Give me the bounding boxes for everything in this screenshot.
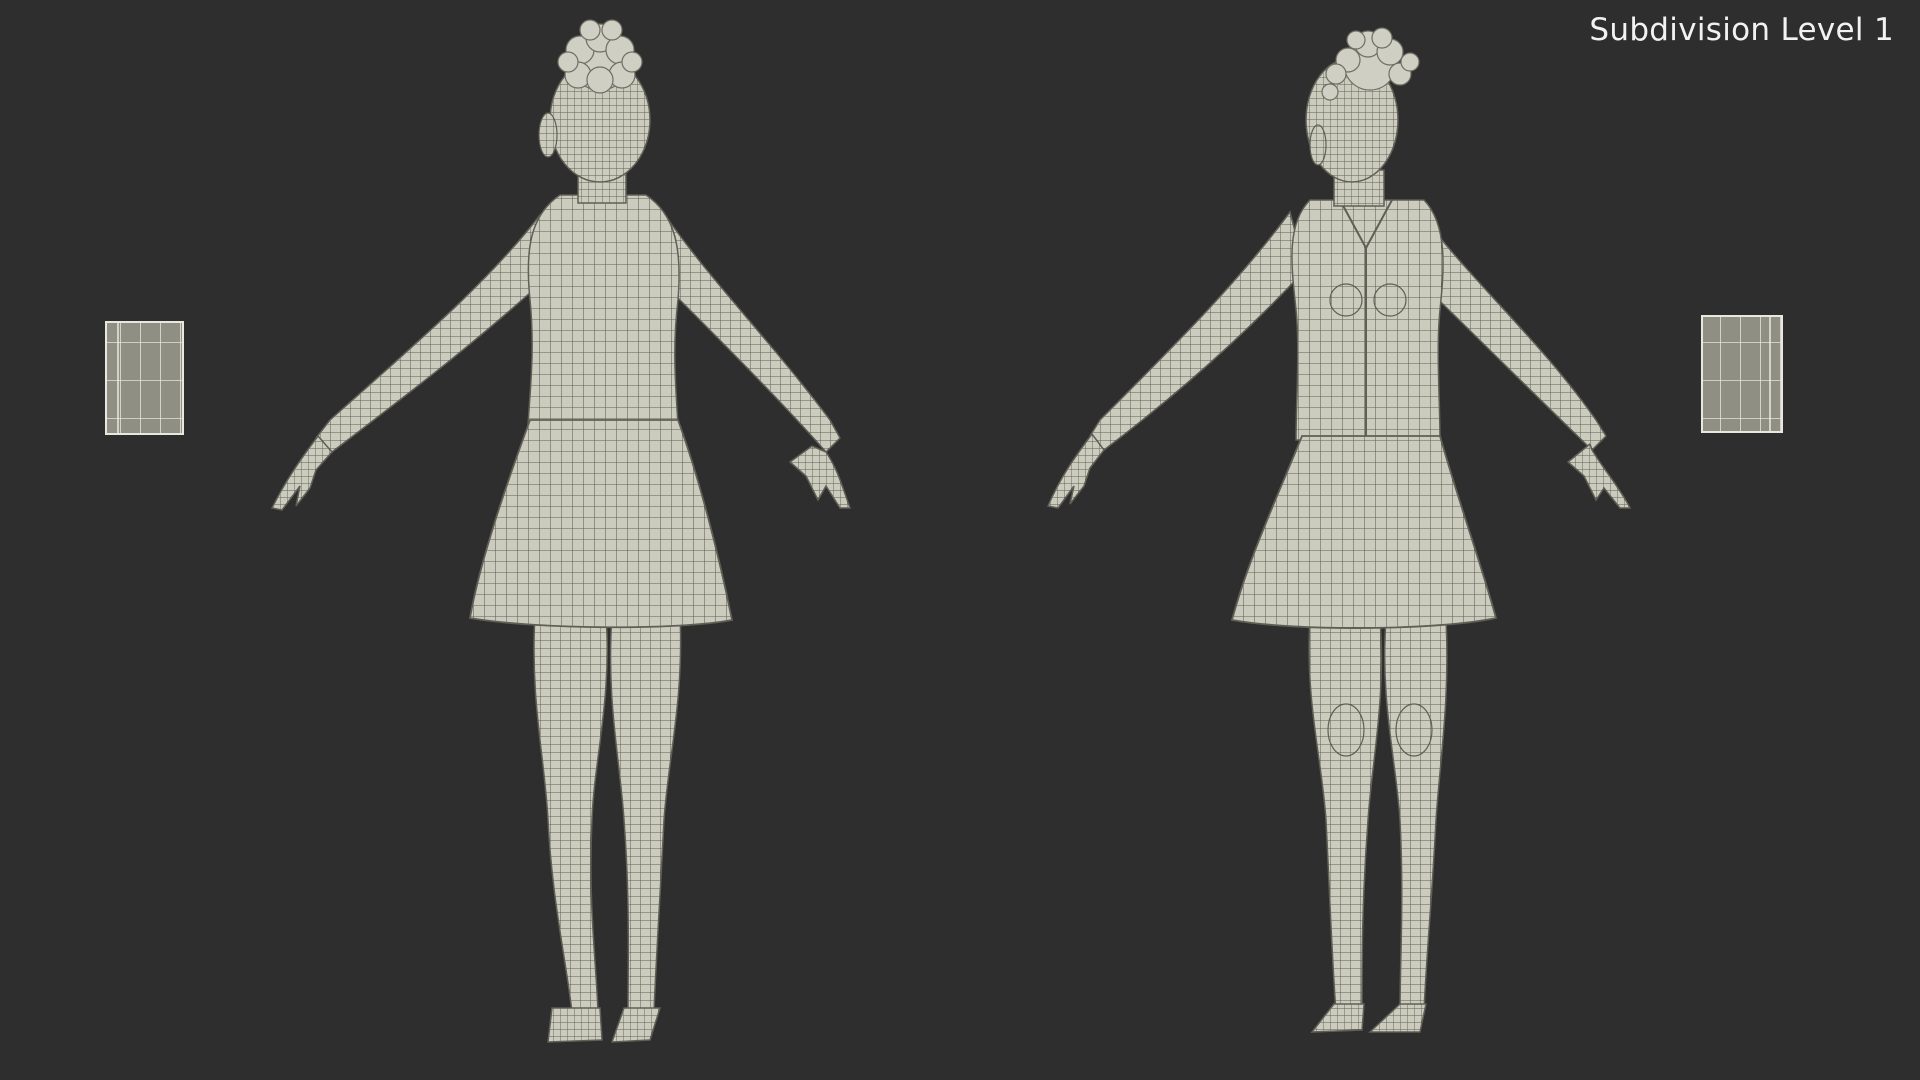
back-view-hair-bun [557, 19, 643, 94]
viewport: Subdivision Level 1 [0, 0, 1920, 1080]
front-view-figure[interactable] [1046, 27, 1632, 1033]
back-view-figure[interactable] [270, 19, 852, 1043]
viewport-scene [105, 19, 1783, 1043]
front-view-hair-bun [1321, 27, 1420, 101]
left-book-prop[interactable] [105, 321, 184, 435]
right-book-prop[interactable] [1701, 315, 1783, 433]
